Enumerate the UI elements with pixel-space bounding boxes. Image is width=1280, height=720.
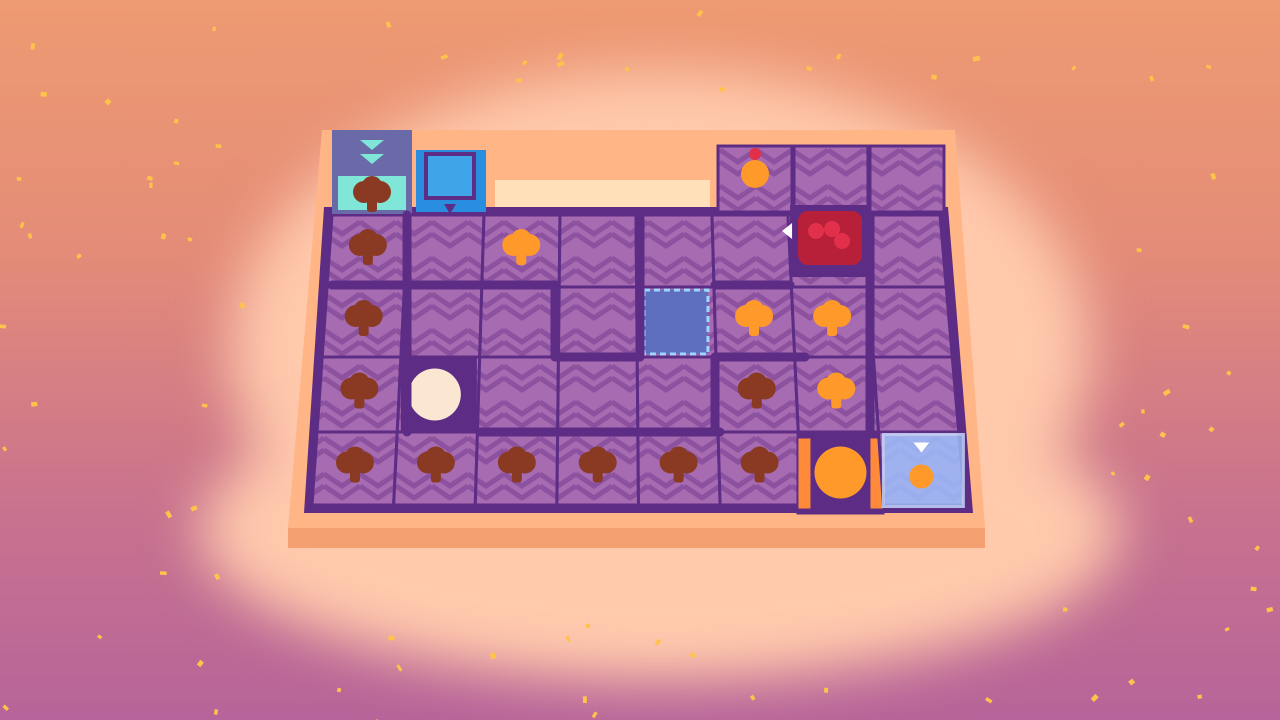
top-cell-c7[interactable] — [868, 144, 946, 214]
board-cell-r2-c7[interactable] — [871, 355, 961, 434]
board-cell-r1-c2[interactable] — [478, 285, 561, 359]
board-cell-r0-c5[interactable] — [710, 213, 793, 289]
cookie-stem — [827, 322, 838, 336]
cookie-lobe — [425, 446, 446, 467]
cookie-stem — [749, 322, 760, 336]
cookie-stem — [516, 251, 527, 265]
cherry-station[interactable] — [782, 205, 871, 277]
cookie-stem — [592, 468, 603, 483]
cookie-lobe — [744, 300, 765, 320]
finished-cookie-icon — [909, 464, 934, 489]
board-cell-r2-c2[interactable] — [475, 355, 560, 434]
cookie-lobe — [362, 176, 382, 196]
cookie-stem — [349, 468, 360, 483]
cookie-lobe — [587, 446, 608, 467]
tile — [556, 355, 640, 434]
cookie-lobe — [746, 372, 767, 393]
cookie-lobe — [822, 300, 843, 320]
board-cell-r3-c7[interactable] — [876, 430, 967, 508]
tray-edge — [288, 528, 985, 548]
board-cell-r1-c3[interactable] — [556, 285, 639, 359]
decorated-cookie-icon — [741, 160, 769, 188]
cookie-stem — [511, 468, 522, 483]
cookie-lobe — [349, 372, 370, 393]
tile — [556, 285, 639, 359]
cream-icon — [408, 368, 461, 421]
oven-side-left — [798, 438, 811, 509]
cookie-lobe — [344, 446, 365, 467]
board-cell-r1-c4[interactable] — [635, 285, 718, 359]
cookie-lobe — [668, 446, 689, 467]
tile — [867, 285, 954, 359]
tile — [402, 213, 486, 289]
tile — [871, 355, 961, 434]
cookie-stem — [754, 468, 765, 483]
cookie-lobe — [749, 446, 770, 467]
board-cell-r2-c4[interactable] — [635, 355, 720, 434]
tile — [475, 355, 560, 434]
cookie-stem — [673, 468, 684, 483]
top-cell-c1[interactable] — [416, 150, 486, 214]
cookie-stem — [831, 394, 842, 409]
board-cell-r1-c7[interactable] — [867, 285, 954, 359]
tile — [792, 144, 870, 214]
cookie-lobe — [357, 229, 378, 249]
cookie-stem — [751, 394, 762, 409]
tile — [635, 355, 720, 434]
tile — [862, 213, 948, 289]
tile — [634, 213, 716, 289]
board-cell-r2-c3[interactable] — [556, 355, 640, 434]
tile — [399, 285, 484, 359]
board-cell-r0-c4[interactable] — [634, 213, 716, 289]
game-scene — [0, 0, 1280, 720]
tile — [557, 213, 639, 289]
game-board — [288, 130, 985, 548]
cookie-lobe — [353, 300, 374, 320]
board-cell-r3-c6[interactable] — [796, 430, 885, 515]
cookie-stem — [362, 251, 373, 265]
cookie-lobe — [511, 229, 532, 249]
cookie-stem — [358, 322, 369, 336]
cookie-lobe — [506, 446, 527, 467]
switch-pad[interactable] — [642, 288, 710, 356]
cookie-stem — [367, 198, 377, 212]
tile — [868, 144, 946, 214]
board-cell-r0-c3[interactable] — [557, 213, 639, 289]
cherry-icon — [749, 148, 761, 160]
cherry-icon — [808, 223, 825, 239]
board-cell-r0-c1[interactable] — [402, 213, 486, 289]
tile — [710, 213, 793, 289]
cookie-stem — [430, 468, 441, 483]
tile — [478, 285, 561, 359]
top-cell-c6[interactable] — [792, 144, 870, 214]
top-cell-c5[interactable] — [716, 144, 794, 214]
board-cell-r1-c1[interactable] — [399, 285, 484, 359]
cherry-icon — [834, 233, 851, 249]
board-cell-r0-c7[interactable] — [862, 213, 948, 289]
cookie-lobe — [826, 372, 847, 393]
oven-plate — [814, 446, 867, 499]
sprinkle-hopper-icon — [424, 152, 476, 200]
cookie-stem — [354, 394, 365, 409]
cherry-bowl — [798, 211, 863, 265]
